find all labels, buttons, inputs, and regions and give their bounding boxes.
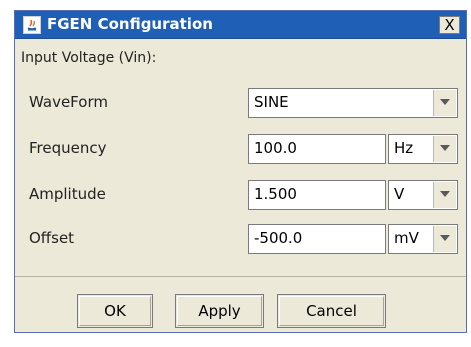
- amplitude-unit-value: V: [394, 185, 405, 203]
- offset-unit-select[interactable]: mV: [388, 224, 458, 254]
- java-app-icon: [23, 16, 41, 34]
- frequency-unit-value: Hz: [394, 139, 414, 157]
- divider: [15, 276, 466, 277]
- close-button[interactable]: X: [439, 16, 460, 34]
- waveform-select[interactable]: SINE: [248, 88, 458, 118]
- frequency-unit-select[interactable]: Hz: [388, 134, 458, 164]
- offset-unit-value: mV: [394, 229, 419, 247]
- frequency-label: Frequency: [29, 139, 107, 157]
- apply-button[interactable]: Apply: [175, 294, 264, 328]
- chevron-down-icon[interactable]: [433, 90, 456, 116]
- ok-button[interactable]: OK: [77, 294, 153, 328]
- offset-input[interactable]: -500.0: [248, 224, 386, 254]
- waveform-value: SINE: [254, 93, 289, 111]
- amplitude-label: Amplitude: [29, 185, 106, 203]
- chevron-down-icon[interactable]: [433, 182, 456, 208]
- amplitude-unit-select[interactable]: V: [388, 180, 458, 210]
- chevron-down-icon[interactable]: [433, 136, 456, 162]
- window-title: FGEN Configuration: [47, 15, 213, 33]
- waveform-label: WaveForm: [29, 93, 108, 111]
- cancel-button[interactable]: Cancel: [277, 294, 386, 328]
- section-title: Input Voltage (Vin):: [21, 50, 157, 66]
- title-bar[interactable]: FGEN Configuration X: [15, 11, 466, 39]
- fgen-configuration-dialog: FGEN Configuration X Input Voltage (Vin)…: [14, 10, 467, 333]
- chevron-down-icon[interactable]: [433, 226, 456, 252]
- offset-label: Offset: [29, 229, 75, 247]
- amplitude-input[interactable]: 1.500: [248, 180, 386, 210]
- frequency-input[interactable]: 100.0: [248, 134, 386, 164]
